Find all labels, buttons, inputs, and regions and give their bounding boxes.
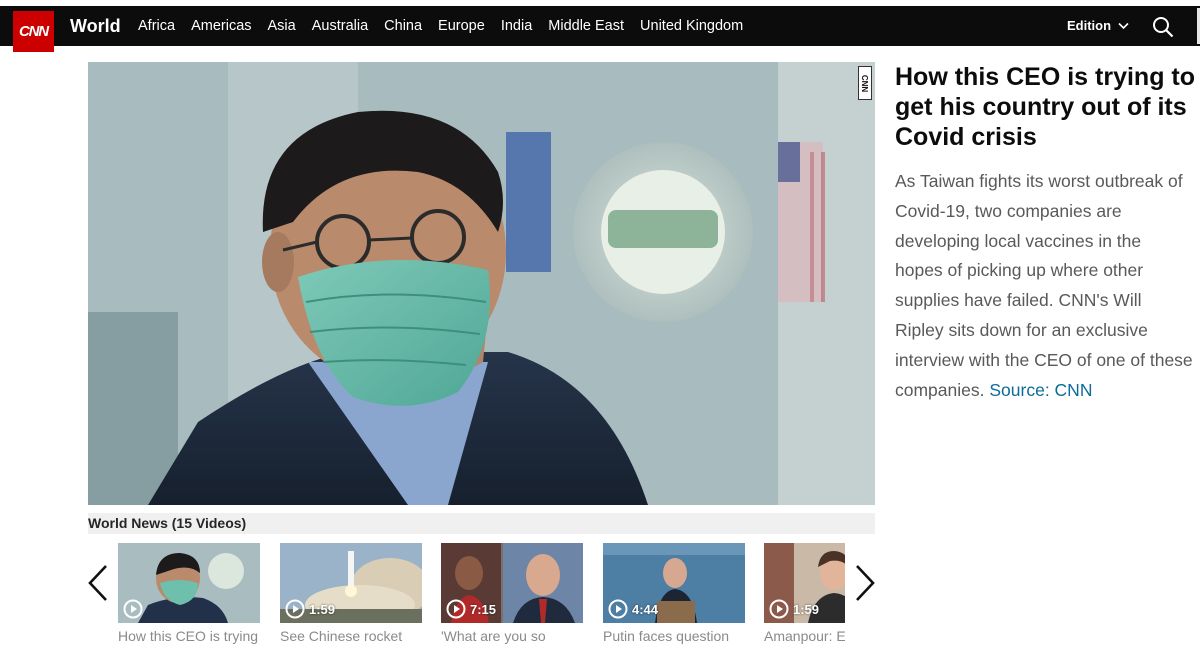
description-text: As Taiwan fights its worst outbreak of C… — [895, 171, 1193, 400]
thumb-caption: See Chinese rocket — [280, 628, 403, 644]
edition-label: Edition — [1067, 18, 1112, 33]
section-title[interactable]: World — [70, 6, 121, 46]
thumb-duration: 4:44 — [608, 599, 658, 619]
playlist-title: World News (15 Videos) — [88, 515, 247, 531]
nav-item-europe[interactable]: Europe — [438, 6, 485, 46]
carousel-item[interactable]: How this CEO is trying — [118, 543, 260, 650]
carousel-item[interactable]: 7:15 'What are you so — [441, 543, 583, 650]
nav-item-americas[interactable]: Americas — [191, 6, 251, 46]
thumb-duration — [123, 599, 147, 619]
nav-item-india[interactable]: India — [501, 6, 532, 46]
logo-text: CNN — [19, 23, 49, 40]
chevron-right-icon[interactable] — [853, 563, 877, 603]
duration-label: 1:59 — [793, 601, 820, 617]
thumb-duration: 7:15 — [446, 599, 496, 619]
carousel-item[interactable]: 4:44 Putin faces question — [603, 543, 745, 650]
play-icon — [769, 599, 789, 619]
nav-item-africa[interactable]: Africa — [138, 6, 175, 46]
play-icon — [123, 599, 143, 619]
video-player[interactable] — [88, 62, 875, 505]
duration-label: 7:15 — [470, 601, 497, 617]
play-icon — [446, 599, 466, 619]
thumb-caption: 'What are you so — [441, 628, 546, 644]
thumb-duration: 1:59 — [769, 599, 819, 619]
nav-item-china[interactable]: China — [384, 6, 422, 46]
video-description: As Taiwan fights its worst outbreak of C… — [895, 167, 1193, 405]
playlist-header: World News (15 Videos) — [88, 513, 875, 534]
nav-item-asia[interactable]: Asia — [268, 6, 296, 46]
video-headline: How this CEO is trying to get his countr… — [895, 63, 1196, 151]
source-link[interactable]: Source: CNN — [989, 380, 1092, 400]
top-nav-bar: CNN World Africa Americas Asia Australia… — [0, 6, 1200, 52]
watermark-text: CNN — [860, 74, 870, 92]
chevron-left-icon[interactable] — [86, 563, 110, 603]
region-nav: Africa Americas Asia Australia China Eur… — [138, 6, 759, 46]
carousel-item[interactable]: 1:59 Amanpour: E — [764, 543, 845, 650]
thumb-duration: 1:59 — [285, 599, 335, 619]
thumb-caption: Amanpour: E — [764, 628, 845, 644]
video-frame-image — [88, 62, 875, 505]
nav-item-australia[interactable]: Australia — [312, 6, 368, 46]
edition-dropdown[interactable]: Edition — [1067, 6, 1129, 46]
nav-item-united-kingdom[interactable]: United Kingdom — [640, 6, 743, 46]
cnn-logo[interactable]: CNN — [13, 11, 54, 52]
search-icon[interactable] — [1152, 16, 1174, 38]
play-icon — [608, 599, 628, 619]
carousel-item[interactable]: 1:59 See Chinese rocket — [280, 543, 422, 650]
chevron-down-icon — [1118, 22, 1129, 30]
duration-label: 4:44 — [632, 601, 659, 617]
video-carousel: How this CEO is trying 1:59 See Chinese … — [118, 543, 845, 650]
nav-item-middle-east[interactable]: Middle East — [548, 6, 624, 46]
cnn-watermark: CNN — [858, 66, 872, 100]
thumb-caption: Putin faces question — [603, 628, 730, 644]
play-icon — [285, 599, 305, 619]
thumb-caption: How this CEO is trying — [118, 628, 259, 644]
duration-label: 1:59 — [309, 601, 336, 617]
